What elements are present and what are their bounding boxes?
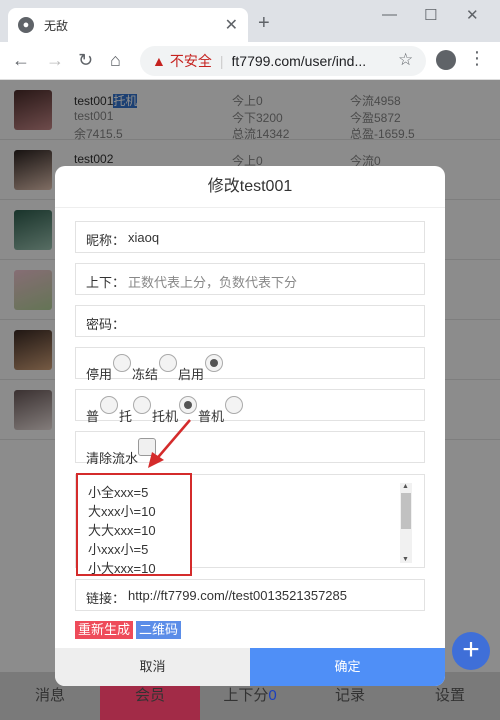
annotation-arrow (148, 419, 191, 468)
